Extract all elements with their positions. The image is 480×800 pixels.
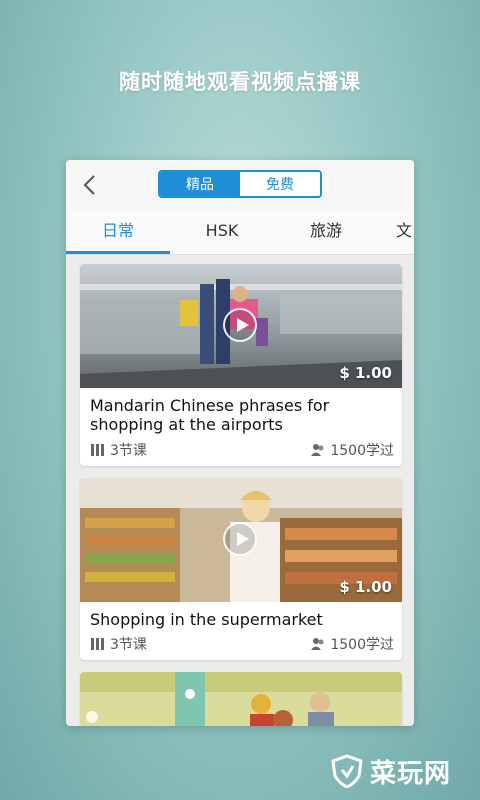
play-button[interactable] — [223, 308, 257, 342]
app-screen: 精品 免费 日常 HSK 旅游 文 $ 1.00 Mandarin Chines… — [66, 160, 414, 726]
course-title: Shopping in the supermarket — [90, 610, 323, 629]
tab-culture[interactable]: 文 — [396, 210, 414, 254]
course-meta: 3节课 1500学过 — [90, 634, 394, 654]
back-button[interactable] — [78, 173, 102, 197]
course-card[interactable]: $ 1.00 Mandarin Chinese phrases for shop… — [80, 264, 402, 466]
course-title: Mandarin Chinese phrases for shopping at… — [90, 396, 330, 434]
course-thumbnail — [80, 672, 402, 726]
kids-photo — [80, 672, 402, 726]
course-thumbnail: $ 1.00 — [80, 264, 402, 388]
promo-headline: 随时随地观看视频点播课 — [119, 70, 361, 94]
category-tabs: 日常 HSK 旅游 文 — [66, 210, 414, 255]
active-tab-indicator — [66, 251, 170, 254]
play-button[interactable] — [223, 522, 257, 556]
book-icon — [91, 444, 104, 456]
site-watermark: 菜玩网 — [330, 742, 480, 800]
shield-logo-icon — [331, 754, 363, 788]
segment-free[interactable]: 免费 — [240, 172, 320, 196]
learners-icon — [311, 444, 324, 456]
course-meta: 3节课 1500学过 — [90, 440, 394, 460]
price-label: $ 1.00 — [339, 578, 392, 596]
course-thumbnail: $ 1.00 — [80, 478, 402, 602]
learners-icon — [311, 638, 324, 650]
watermark-text: 菜玩网 — [370, 758, 452, 789]
learner-count: 1500学过 — [330, 637, 394, 653]
tab-hsk[interactable]: HSK — [170, 210, 274, 254]
lesson-count: 3节课 — [110, 637, 147, 653]
chevron-left-icon — [83, 175, 95, 195]
price-label: $ 1.00 — [339, 364, 392, 382]
lesson-count: 3节课 — [110, 443, 147, 459]
segmented-control: 精品 免费 — [158, 170, 322, 198]
tab-daily[interactable]: 日常 — [66, 210, 170, 254]
book-icon — [91, 638, 104, 650]
tab-travel[interactable]: 旅游 — [274, 210, 378, 254]
top-bar: 精品 免费 — [66, 160, 414, 210]
course-card[interactable]: $ 1.00 Shopping in the supermarket 3节课 1… — [80, 478, 402, 660]
segment-premium[interactable]: 精品 — [160, 172, 240, 196]
learner-count: 1500学过 — [330, 443, 394, 459]
course-card[interactable] — [80, 672, 402, 726]
